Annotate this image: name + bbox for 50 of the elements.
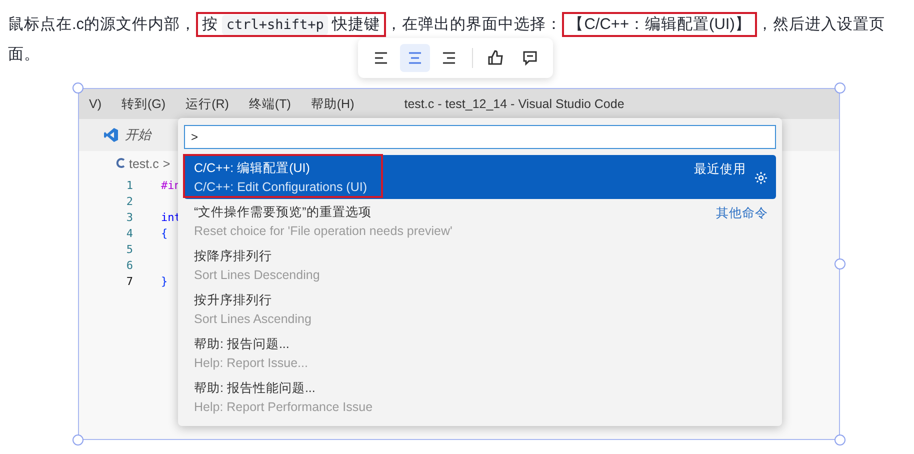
command-title: 按升序排列行 — [194, 292, 273, 309]
menu-item[interactable]: 转到(G) — [112, 96, 176, 112]
resize-handle[interactable] — [834, 434, 846, 446]
command-title: 帮助: 报告性能问题... — [194, 380, 316, 397]
line-number: 3 — [125, 210, 133, 224]
command-item[interactable]: 按降序排列行 Sort Lines Descending — [184, 243, 776, 287]
resize-handle[interactable] — [72, 434, 84, 446]
breadcrumb-separator: > — [162, 157, 170, 172]
command-title: “文件操作需要预览”的重置选项 — [194, 204, 372, 221]
breadcrumb-file[interactable]: test.c — [129, 157, 159, 172]
command-title: 帮助: 报告问题... — [194, 336, 290, 353]
command-title: C/C++: 编辑配置(UI) — [194, 160, 311, 177]
line-number: 6 — [125, 258, 133, 272]
command-subtitle: Sort Lines Descending — [194, 268, 320, 282]
vscode-logo-icon — [103, 127, 119, 143]
line-number: 5 — [125, 242, 133, 256]
command-subtitle: Sort Lines Ascending — [194, 312, 312, 326]
tab-label: 开始 — [125, 126, 151, 144]
command-item[interactable]: 帮助: 报告性能问题... Help: Report Performance Issue — [184, 375, 776, 419]
command-subtitle: C/C++: Edit Configurations (UI) — [194, 180, 367, 194]
command-item[interactable]: 按升序排列行 Sort Lines Ascending — [184, 287, 776, 331]
command-subtitle: Reset choice for 'File operation needs preview' — [194, 224, 452, 238]
command-item[interactable]: C/C++: 编辑配置(UI) C/C++: Edit Configurations (UI) 最近使用 — [184, 155, 776, 199]
command-group-label: 其他命令 — [716, 205, 768, 222]
command-item[interactable]: “文件操作需要预览”的重置选项 Reset choice for 'File operation needs preview' 其他命令 — [184, 199, 776, 243]
command-item[interactable]: 帮助: 报告问题... Help: Report Issue... — [184, 331, 776, 375]
instruction-paragraph: 鼠标点在.c的源文件内部， 按 ctrl+shift+p 快捷键 ，在弹出的界面中选择： 【C/C++：编辑配置(UI)】 ，然后进入设置页面。 — [0, 0, 914, 69]
command-input[interactable]: > — [184, 125, 776, 149]
menu-item[interactable]: 终端(T) — [238, 96, 301, 112]
command-group-label: 最近使用 — [694, 161, 746, 178]
menu-item[interactable]: V) — [79, 97, 112, 111]
code-text: } — [161, 274, 168, 288]
line-number: 1 — [125, 178, 133, 192]
comment-icon — [521, 49, 539, 67]
editor-tab[interactable]: 开始 — [103, 126, 151, 144]
menu-item[interactable]: 运行(R) — [176, 96, 239, 112]
line-number: 2 — [125, 194, 133, 208]
line-number: 4 — [125, 226, 133, 240]
resize-handle[interactable] — [72, 82, 84, 94]
window-title: test.c - test_12_14 - Visual Studio Code — [404, 97, 624, 111]
thumbs-up-icon — [487, 49, 505, 67]
line-number: 7 — [125, 274, 133, 288]
menu-item[interactable]: 帮助(H) — [300, 96, 364, 112]
settings-icon[interactable] — [754, 171, 768, 185]
command-subtitle: Help: Report Performance Issue — [194, 400, 373, 414]
resize-handle[interactable] — [834, 258, 846, 270]
code-text: { — [161, 226, 168, 240]
command-title: 按降序排列行 — [194, 248, 273, 265]
resize-handle[interactable] — [834, 82, 846, 94]
command-subtitle: Help: Report Issue... — [194, 356, 308, 370]
